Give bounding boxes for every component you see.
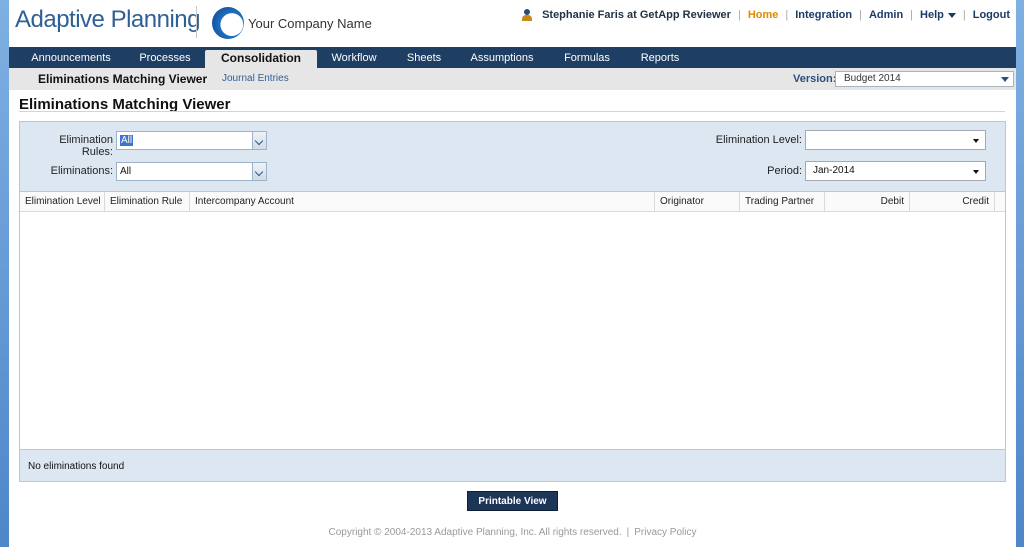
chevron-down-icon: [973, 170, 979, 174]
eliminations-panel: Elimination Rules: All Eliminations: All…: [19, 121, 1006, 482]
period-value: Jan-2014: [813, 165, 855, 176]
header: Adaptive Planning Your Company Name Step…: [9, 0, 1016, 46]
col-intercompany-account[interactable]: Intercompany Account: [190, 192, 655, 212]
main-tab-bar: Announcements Processes Consolidation Wo…: [9, 47, 1016, 68]
page: Adaptive Planning Your Company Name Step…: [9, 0, 1016, 547]
tab-consolidation[interactable]: Consolidation: [205, 50, 317, 68]
journal-entries-link[interactable]: Journal Entries: [222, 73, 289, 84]
nav-home-link[interactable]: Home: [748, 9, 779, 21]
filter-area: Elimination Rules: All Eliminations: All…: [20, 122, 1005, 192]
tab-reports[interactable]: Reports: [629, 47, 691, 68]
empty-message: No eliminations found: [28, 461, 125, 472]
period-label: Period:: [767, 165, 802, 177]
eliminations-combo[interactable]: All: [116, 162, 267, 181]
adaptive-planning-logo[interactable]: Adaptive Planning: [15, 6, 200, 34]
eliminations-value: All: [120, 166, 132, 177]
company-logo-icon: [212, 7, 244, 39]
col-trading-partner[interactable]: Trading Partner: [740, 192, 825, 212]
grid-header: Elimination Level Elimination Rule Inter…: [20, 192, 1005, 212]
elimination-rules-label: Elimination Rules:: [59, 134, 113, 158]
col-originator[interactable]: Originator: [655, 192, 740, 212]
elimination-rules-value: All: [120, 135, 134, 146]
col-credit[interactable]: Credit: [910, 192, 995, 212]
elimination-rules-combo[interactable]: All: [116, 131, 267, 150]
col-elimination-level[interactable]: Elimination Level: [20, 192, 105, 212]
user-icon: [522, 9, 533, 21]
version-select[interactable]: Budget 2014: [835, 71, 1014, 87]
col-debit[interactable]: Debit: [825, 192, 910, 212]
logo-divider: [196, 6, 197, 38]
nav-logout-link[interactable]: Logout: [973, 9, 1010, 21]
elimination-level-label: Elimination Level:: [715, 134, 802, 146]
tab-workflow[interactable]: Workflow: [319, 47, 389, 68]
chevron-down-icon: [947, 12, 956, 18]
tab-processes[interactable]: Processes: [125, 47, 205, 68]
eliminations-label: Eliminations:: [50, 165, 113, 177]
version-value: Budget 2014: [844, 73, 901, 84]
window-frame-left: [0, 0, 9, 547]
window-frame-right: [1016, 0, 1024, 547]
sub-nav-bar: Eliminations Matching Viewer Journal Ent…: [9, 68, 1016, 90]
printable-view-button[interactable]: Printable View: [467, 491, 558, 511]
tab-formulas[interactable]: Formulas: [551, 47, 623, 68]
nav-help-menu[interactable]: Help: [920, 9, 956, 21]
period-select[interactable]: Jan-2014: [805, 161, 986, 181]
footer: Copyright © 2004-2013 Adaptive Planning,…: [328, 527, 697, 538]
version-label: Version:: [793, 73, 837, 85]
privacy-policy-link[interactable]: Privacy Policy: [634, 527, 696, 538]
user-name: Stephanie Faris at GetApp Reviewer: [542, 9, 731, 21]
nav-integration-link[interactable]: Integration: [795, 9, 852, 21]
chevron-down-icon: [973, 139, 979, 143]
nav-admin-link[interactable]: Admin: [869, 9, 903, 21]
tab-announcements[interactable]: Announcements: [19, 47, 123, 68]
title-divider: [19, 111, 1005, 112]
chevron-down-icon: [1001, 77, 1009, 82]
elimination-level-select[interactable]: [805, 130, 986, 150]
chevron-down-icon[interactable]: [252, 132, 266, 149]
tab-assumptions[interactable]: Assumptions: [461, 47, 543, 68]
subnav-current-page[interactable]: Eliminations Matching Viewer: [38, 72, 207, 86]
col-elimination-rule[interactable]: Elimination Rule: [105, 192, 190, 212]
copyright-text: Copyright © 2004-2013 Adaptive Planning,…: [328, 527, 622, 538]
company-name: Your Company Name: [248, 16, 372, 31]
nav-help-label: Help: [920, 9, 944, 21]
chevron-down-icon[interactable]: [252, 163, 266, 180]
grid-body: [20, 212, 1005, 448]
tab-sheets[interactable]: Sheets: [393, 47, 455, 68]
grid-footer: No eliminations found: [20, 449, 1005, 481]
user-nav: Stephanie Faris at GetApp Reviewer | Hom…: [522, 9, 1010, 21]
